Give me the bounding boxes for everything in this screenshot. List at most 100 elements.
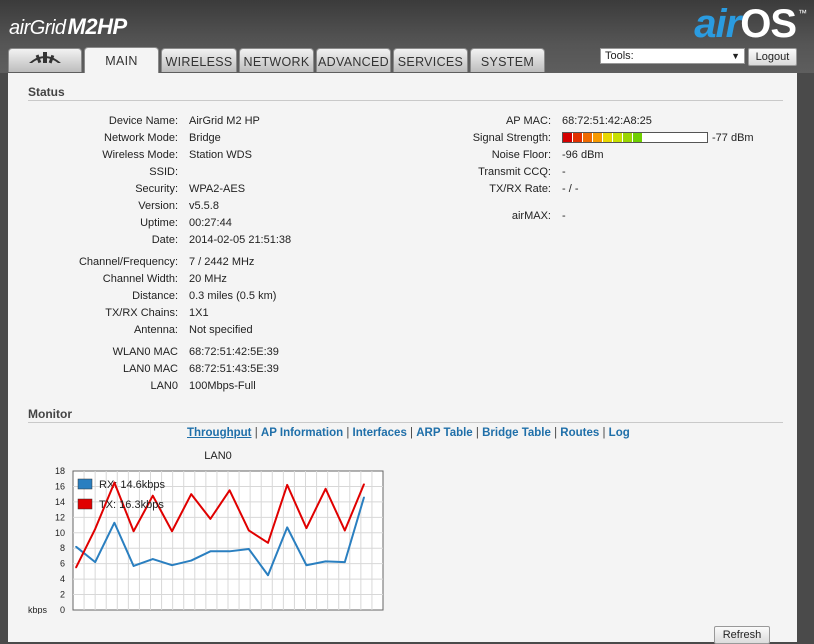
status-value: -96 dBm	[562, 149, 604, 161]
data-point	[190, 493, 192, 495]
signal-strength-value: -77 dBm	[712, 132, 754, 144]
status-value: WPA2-AES	[189, 183, 246, 195]
data-point	[324, 560, 327, 563]
signal-segment	[573, 133, 582, 142]
data-point	[363, 496, 365, 499]
monitor-link-throughput[interactable]: Throughput	[187, 427, 252, 439]
tab-system[interactable]: SYSTEM	[470, 48, 545, 72]
status-value: 0.3 miles (0.5 km)	[189, 290, 277, 302]
link-separator: |	[599, 427, 609, 439]
signal-segment	[593, 133, 602, 142]
monitor-links: Throughput | AP Information | Interfaces…	[187, 427, 630, 439]
data-point	[94, 528, 96, 530]
link-separator: |	[251, 427, 261, 439]
throughput-chart: LAN0 0 2 4 6 8 10 12 14 16 18 kbps RX: 14.6kbps TX: 1…	[28, 449, 388, 615]
status-value: 1X1	[189, 307, 209, 319]
status-value: Station WDS	[189, 149, 252, 161]
legend-label-tx: TX: 16.3kbps	[99, 499, 164, 511]
status-label: airMAX:	[511, 210, 551, 222]
monitor-link-arp-table[interactable]: ARP Table	[416, 427, 472, 439]
data-point	[286, 484, 289, 486]
data-point	[248, 529, 250, 532]
status-label: Security:	[135, 183, 178, 195]
monitor-link-bridge-table[interactable]: Bridge Table	[482, 427, 551, 439]
legend-label-rx: RX: 14.6kbps	[99, 479, 166, 491]
status-value: Bridge	[189, 132, 221, 144]
chevron-down-icon: ▼	[731, 51, 740, 61]
status-label: WLAN0 MAC	[112, 346, 178, 358]
status-label: Channel Width:	[102, 273, 178, 285]
status-label: Network Mode:	[104, 132, 178, 144]
status-label: TX/RX Rate:	[489, 183, 551, 195]
data-point	[248, 548, 250, 550]
data-point	[228, 489, 231, 492]
status-value: 100Mbps-Full	[189, 380, 256, 392]
status-value: 2014-02-05 21:51:38	[189, 234, 292, 246]
signal-segment	[563, 133, 572, 142]
status-value: -	[562, 210, 566, 222]
signal-segment	[633, 133, 642, 142]
status-label: Device Name:	[108, 115, 178, 127]
monitor-link-routes[interactable]: Routes	[560, 427, 599, 439]
status-label: Uptime:	[140, 217, 178, 229]
refresh-button[interactable]: Refresh	[714, 626, 770, 644]
status-label: Date:	[151, 234, 178, 246]
airos-logo: airOS ™	[694, 2, 807, 47]
status-label: AP MAC:	[505, 115, 551, 127]
monitor-link-ap-information[interactable]: AP Information	[261, 427, 343, 439]
throughput-chart-svg: LAN0 0 2 4 6 8 10 12 14 16 18 kbps RX: 14.6kbps TX: 1…	[28, 450, 384, 615]
data-point	[132, 565, 135, 567]
signal-segment	[613, 133, 622, 142]
monitor-link-interfaces[interactable]: Interfaces	[353, 427, 407, 439]
legend-swatch-rx	[77, 478, 93, 490]
y-axis-label: kbps	[28, 605, 47, 614]
status-value: 68:72:51:42:A8:25	[562, 115, 652, 127]
data-point	[363, 483, 365, 485]
status-value: 68:72:51:43:5E:39	[189, 363, 279, 375]
main-content: Status Device Name: AirGrid M2 HP Network …	[8, 73, 797, 644]
signal-segment	[583, 133, 592, 142]
link-separator: |	[343, 427, 353, 439]
page-scrollbar[interactable]	[797, 73, 814, 642]
status-value: 20 MHz	[189, 273, 227, 285]
data-point	[209, 518, 212, 520]
monitor-link-log[interactable]: Log	[609, 427, 630, 439]
y-tick-label: 14	[55, 497, 65, 507]
status-label: TX/RX Chains:	[105, 307, 178, 319]
chart-title: LAN0	[204, 450, 232, 462]
tools-dropdown[interactable]: Tools: ▼	[600, 48, 745, 64]
status-label: Channel/Frequency:	[78, 256, 178, 268]
status-value: AirGrid M2 HP	[189, 115, 260, 127]
tab-advanced[interactable]: ADVANCED	[316, 48, 391, 72]
tab-network[interactable]: NETWORK	[239, 48, 314, 72]
tab-ubiquiti-logo[interactable]	[8, 48, 82, 72]
logout-button[interactable]: Logout	[748, 48, 797, 66]
status-value: v5.5.8	[189, 200, 219, 212]
status-value: -	[562, 166, 566, 178]
y-tick-label: 2	[60, 590, 65, 600]
data-point	[94, 561, 96, 563]
trademark: ™	[798, 8, 807, 18]
status-label: Signal Strength:	[472, 132, 551, 144]
y-tick-label: 16	[55, 481, 65, 491]
y-tick-label: 18	[55, 466, 65, 476]
tab-wireless[interactable]: WIRELESS	[161, 48, 237, 72]
ubiquiti-logo-icon	[28, 48, 62, 74]
signal-segment	[603, 133, 612, 142]
tab-services[interactable]: SERVICES	[393, 48, 468, 72]
airos-logo-air: air	[694, 2, 741, 46]
signal-strength-bar	[562, 132, 708, 143]
status-section-title: Status	[28, 85, 783, 101]
status-label: Transmit CCQ:	[478, 166, 551, 178]
data-point	[267, 574, 269, 577]
brand-model: M2HP	[67, 14, 128, 39]
tab-main[interactable]: MAIN	[84, 47, 159, 73]
data-point	[267, 542, 269, 544]
status-label: Antenna:	[133, 324, 178, 336]
data-point	[228, 550, 231, 553]
status-label: Version:	[138, 200, 178, 212]
link-separator: |	[406, 427, 417, 439]
link-separator: |	[550, 427, 561, 439]
data-point	[344, 529, 346, 532]
y-tick-label: 4	[60, 574, 65, 584]
